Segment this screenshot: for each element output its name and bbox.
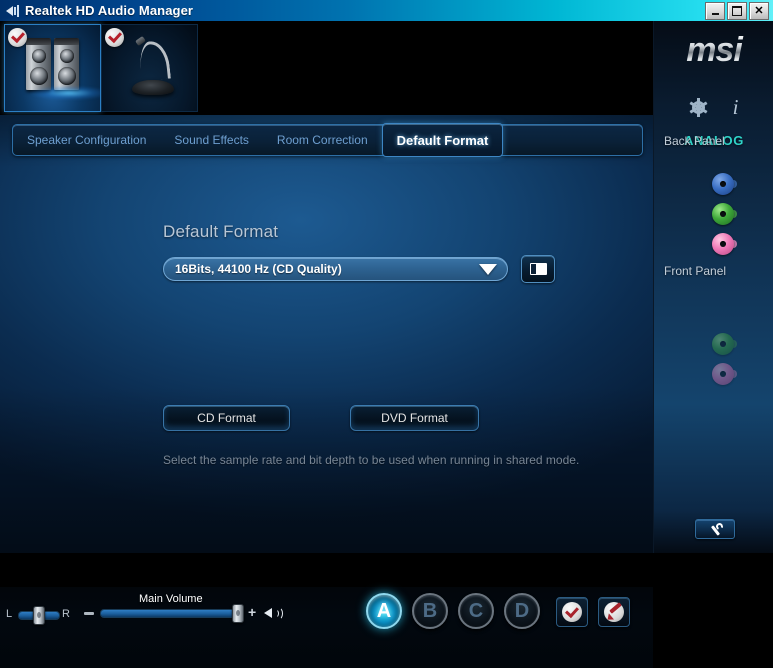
balance-right-label: R [62, 608, 70, 620]
info-icon[interactable]: i [733, 97, 739, 118]
settings-button[interactable] [695, 519, 735, 539]
chevron-down-icon [479, 263, 497, 275]
bottom-toolbar: L R Main Volume + A B C D [0, 587, 653, 668]
tab-bar: Speaker Configuration Sound Effects Room… [12, 123, 643, 157]
profile-button-c[interactable]: C [458, 593, 494, 629]
title-bar: Realtek HD Audio Manager ✕ [0, 0, 773, 21]
test-tone-icon [529, 263, 547, 275]
speaker-icon [4, 3, 22, 19]
main-volume-label: Main Volume [139, 593, 203, 605]
front-mic-in-jack[interactable] [712, 363, 737, 385]
wrench-icon [709, 521, 724, 536]
back-panel-label: Back Panel [664, 134, 725, 148]
close-icon: ✕ [754, 4, 764, 17]
tab-sound-effects[interactable]: Sound Effects [160, 125, 263, 155]
volume-plus-icon[interactable]: + [248, 605, 259, 619]
line-out-jack[interactable] [712, 203, 737, 225]
profile-actions [556, 597, 630, 627]
microphone-icon [130, 35, 178, 99]
right-sidebar: msi i ANALOG Back Panel Front Panel [653, 21, 773, 553]
main-volume-control: Main Volume + [82, 593, 283, 625]
default-format-dropdown[interactable]: 16Bits, 44100 Hz (CD Quality) [163, 257, 508, 281]
tab-speaker-configuration[interactable]: Speaker Configuration [13, 125, 160, 155]
device-tab-speakers[interactable] [4, 24, 101, 112]
volume-minus-icon[interactable] [84, 612, 94, 615]
default-format-value: 16Bits, 44100 Hz (CD Quality) [175, 262, 342, 276]
check-badge-icon [105, 28, 124, 47]
volume-speaker-icon[interactable] [264, 606, 283, 620]
line-in-jack[interactable] [712, 173, 737, 195]
balance-slider[interactable]: L R [6, 606, 70, 625]
gear-icon[interactable] [689, 98, 708, 117]
profile-button-a[interactable]: A [366, 593, 402, 629]
window-title: Realtek HD Audio Manager [25, 3, 194, 18]
profile-button-b[interactable]: B [412, 593, 448, 629]
tab-bar-filler [503, 125, 642, 155]
apply-profile-button[interactable] [556, 597, 588, 627]
front-line-out-jack[interactable] [712, 333, 737, 355]
device-tab-strip [0, 21, 653, 115]
speakers-icon [25, 38, 100, 100]
check-disc-icon [562, 602, 582, 622]
profile-button-d[interactable]: D [504, 593, 540, 629]
maximize-button[interactable] [727, 2, 747, 20]
format-hint-text: Select the sample rate and bit depth to … [163, 453, 580, 467]
tab-default-format[interactable]: Default Format [381, 123, 504, 157]
profile-buttons: A B C D [366, 593, 540, 629]
test-tone-button[interactable] [521, 255, 555, 283]
main-content-panel: Speaker Configuration Sound Effects Room… [0, 115, 653, 668]
front-panel-label: Front Panel [664, 264, 727, 278]
tab-room-correction[interactable]: Room Correction [263, 125, 382, 155]
realtek-audio-manager-window: Realtek HD Audio Manager ✕ Speaker Confi… [0, 0, 773, 668]
edit-profile-button[interactable] [598, 597, 630, 627]
mic-in-jack[interactable] [712, 233, 737, 255]
balance-knob[interactable] [33, 606, 45, 625]
main-volume-knob[interactable] [232, 604, 244, 623]
window-controls: ✕ [705, 2, 769, 20]
check-badge-icon [8, 28, 27, 47]
cd-format-button[interactable]: CD Format [163, 405, 290, 431]
device-tab-microphone[interactable] [101, 24, 198, 112]
msi-logo: msi [654, 31, 773, 70]
close-button[interactable]: ✕ [749, 2, 769, 20]
pen-disc-icon [604, 602, 624, 623]
dvd-format-button[interactable]: DVD Format [350, 405, 479, 431]
balance-left-label: L [6, 608, 13, 620]
sidebar-icon-row: i [654, 97, 773, 118]
section-title: Default Format [163, 222, 279, 241]
main-volume-track[interactable] [100, 609, 239, 618]
minimize-button[interactable] [705, 2, 725, 20]
